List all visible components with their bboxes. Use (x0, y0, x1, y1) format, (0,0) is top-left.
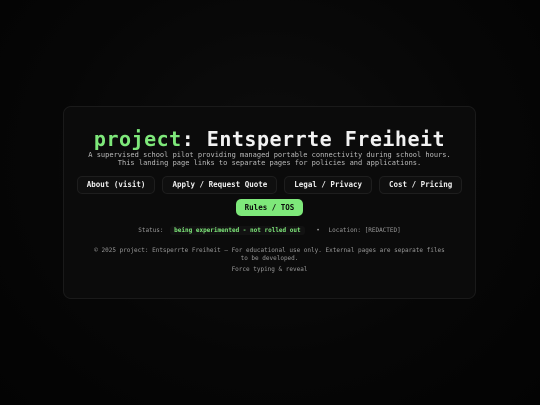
page-subtitle: A supervised school pilot providing mana… (88, 151, 451, 167)
status-separator: • (316, 227, 320, 234)
about-button[interactable]: About (visit) (76, 176, 156, 194)
location-value: [REDACTED] (364, 227, 401, 234)
page-title: project: Entsperrte Freiheit (64, 127, 475, 151)
footer-text: © 2025 project: Entsperrte Freiheit — Fo… (94, 247, 445, 262)
status-line: Status: being experimented - not rolled … (64, 226, 475, 235)
title-accent: project (93, 127, 182, 151)
apply-request-quote-button[interactable]: Apply / Request Quote (162, 176, 278, 194)
landing-card: project: Entsperrte Freiheit A supervise… (63, 106, 476, 299)
title-rest: : Entsperrte Freiheit (181, 127, 446, 151)
cost-pricing-button[interactable]: Cost / Pricing (379, 176, 463, 194)
nav-buttons: About (visit) Apply / Request Quote Lega… (64, 176, 475, 194)
force-typing-reveal-link[interactable]: Force typing & reveal (64, 266, 475, 273)
location-label: Location: (328, 227, 361, 234)
status-badge: being experimented - not rolled out (170, 226, 305, 235)
rules-tos-button[interactable]: Rules / TOS (235, 199, 304, 216)
page: project: Entsperrte Freiheit A supervise… (0, 0, 540, 405)
legal-privacy-button[interactable]: Legal / Privacy (284, 176, 373, 194)
primary-nav: Rules / TOS (64, 199, 475, 216)
status-label: Status: (138, 227, 164, 234)
